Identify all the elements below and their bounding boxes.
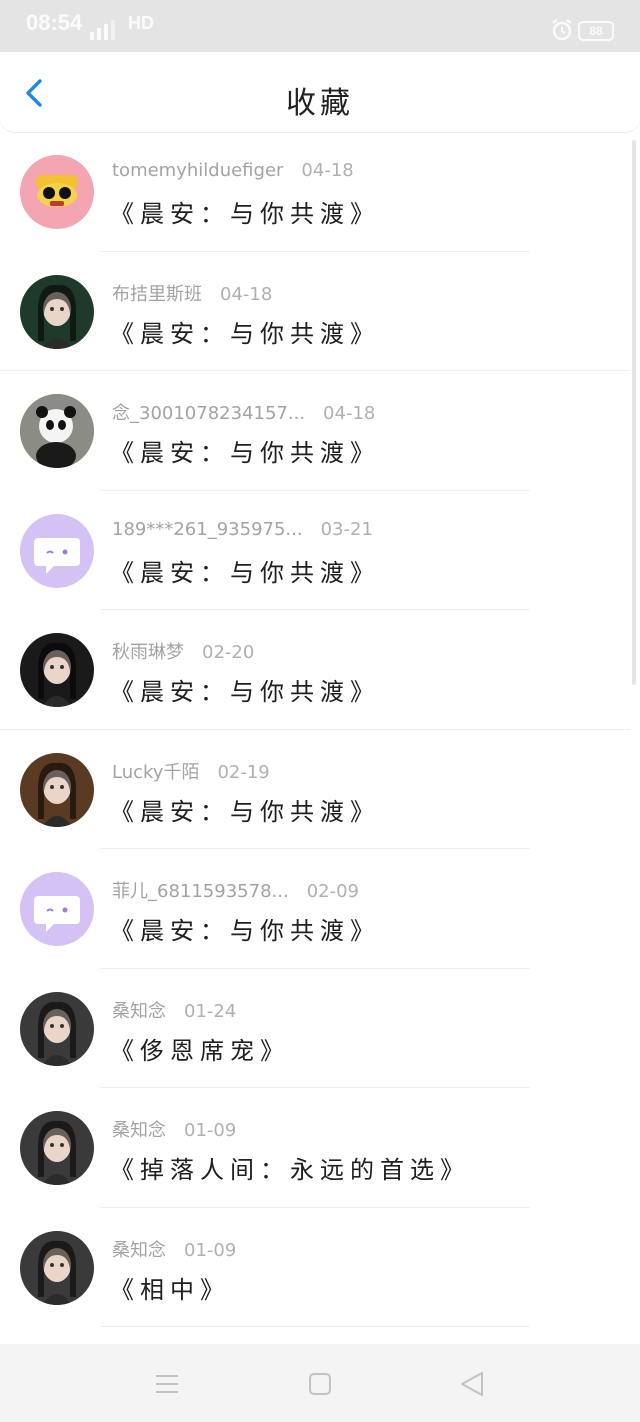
item-meta: 布拮里斯班 04-18 [112, 280, 272, 306]
list-item[interactable]: 189***261_935975... 03-21 《晨安：与你共渡》 [0, 491, 640, 610]
list-item[interactable]: 秋雨琳梦 02-20 《晨安：与你共渡》 [0, 610, 640, 730]
item-date: 01-09 [184, 1120, 237, 1141]
list-item[interactable]: 桑知念 01-09 《掉落人间：永远的首选》 [0, 1088, 640, 1208]
network-type: HD [128, 13, 154, 33]
cartoon-mask-avatar[interactable] [20, 155, 94, 229]
list-item[interactable]: Lucky千陌 02-19 《晨安：与你共渡》 [0, 730, 640, 849]
alarm-icon [552, 19, 572, 41]
work-title[interactable]: 《晨安：与你共渡》 [110, 911, 380, 946]
item-date: 03-21 [320, 518, 373, 540]
work-title[interactable]: 《相中》 [110, 1270, 230, 1305]
work-title[interactable]: 《晨安：与你共渡》 [110, 433, 380, 468]
status-time: 08:54 [26, 10, 83, 35]
item-meta: 桑知念 01-09 [112, 1116, 236, 1142]
work-title[interactable]: 《晨安：与你共渡》 [110, 553, 380, 588]
item-date: 04-18 [301, 160, 354, 181]
list-item[interactable]: 桑知念 01-09 《相中》 [0, 1208, 640, 1327]
status-bar: 08:54 HD 88 [0, 0, 640, 52]
panda-avatar[interactable] [20, 394, 94, 468]
item-meta: 念_3001078234157... 04-18 [112, 399, 375, 425]
user-name[interactable]: tomemyhilduefiger [112, 160, 283, 181]
list-item[interactable]: 菲儿_6811593578... 02-09 《晨安：与你共渡》 [0, 849, 640, 969]
work-title[interactable]: 《侈恩席宠》 [110, 1031, 290, 1066]
item-meta: Lucky千陌 02-19 [112, 758, 270, 784]
item-date: 02-19 [217, 761, 270, 783]
list-item[interactable]: tomemyhilduefiger 04-18 《晨安：与你共渡》 [0, 132, 640, 252]
item-date: 04-18 [323, 403, 376, 424]
header: 收藏 [0, 52, 640, 132]
item-date: 01-09 [184, 1239, 237, 1261]
list-item[interactable]: 桑知念 01-24 《侈恩席宠》 [0, 969, 640, 1088]
item-meta: 秋雨琳梦 02-20 [112, 638, 254, 664]
user-name[interactable]: 念_3001078234157... [112, 399, 305, 425]
item-date: 02-09 [306, 881, 359, 902]
user-name[interactable]: 秋雨琳梦 [112, 638, 184, 664]
user-name[interactable]: 菲儿_6811593578... [112, 877, 289, 903]
favorites-list: tomemyhilduefiger 04-18 《晨安：与你共渡》 布拮里斯班 04-1… [0, 132, 640, 1327]
item-date: 01-24 [184, 1000, 237, 1022]
user-name[interactable]: 189***261_935975... [112, 519, 303, 540]
list-item[interactable]: 布拮里斯班 04-18 《晨安：与你共渡》 [0, 252, 640, 371]
work-title[interactable]: 《晨安：与你共渡》 [110, 194, 380, 229]
doll-portrait-avatar[interactable] [20, 991, 94, 1066]
square-home-icon[interactable] [308, 1372, 332, 1396]
scrollbar[interactable] [632, 140, 636, 685]
item-meta: 桑知念 01-09 [112, 1236, 236, 1262]
girl-portrait-avatar[interactable] [20, 752, 94, 827]
list-item[interactable]: 念_3001078234157... 04-18 《晨安：与你共渡》 [0, 371, 640, 491]
girl-portrait-avatar[interactable] [20, 633, 94, 707]
item-meta: tomemyhilduefiger 04-18 [112, 160, 354, 181]
item-meta: 桑知念 01-24 [112, 997, 236, 1023]
default-chat-avatar[interactable] [20, 872, 94, 946]
doll-portrait-avatar[interactable] [20, 1111, 94, 1185]
doll-portrait-avatar[interactable] [20, 1230, 94, 1305]
user-name[interactable]: 桑知念 [112, 997, 166, 1023]
user-name[interactable]: 布拮里斯班 [112, 280, 202, 306]
divider [100, 1326, 530, 1327]
user-name[interactable]: 桑知念 [112, 1236, 166, 1262]
item-date: 02-20 [202, 642, 255, 663]
signal-icon [90, 20, 115, 40]
work-title[interactable]: 《晨安：与你共渡》 [110, 314, 380, 349]
system-nav-bar [0, 1344, 640, 1422]
item-meta: 189***261_935975... 03-21 [112, 519, 373, 540]
user-name[interactable]: 桑知念 [112, 1116, 166, 1142]
menu-icon[interactable] [154, 1372, 180, 1396]
item-date: 04-18 [220, 283, 273, 305]
masked-character-avatar[interactable] [20, 274, 94, 349]
work-title[interactable]: 《晨安：与你共渡》 [110, 672, 380, 707]
default-chat-avatar[interactable] [20, 513, 94, 588]
user-name[interactable]: Lucky千陌 [112, 758, 199, 784]
work-title[interactable]: 《掉落人间：永远的首选》 [110, 1150, 470, 1185]
triangle-back-icon[interactable] [458, 1370, 486, 1398]
page-title: 收藏 [286, 86, 354, 121]
work-title[interactable]: 《晨安：与你共渡》 [110, 792, 380, 827]
battery-indicator: 88 [578, 21, 614, 41]
item-meta: 菲儿_6811593578... 02-09 [112, 877, 359, 903]
